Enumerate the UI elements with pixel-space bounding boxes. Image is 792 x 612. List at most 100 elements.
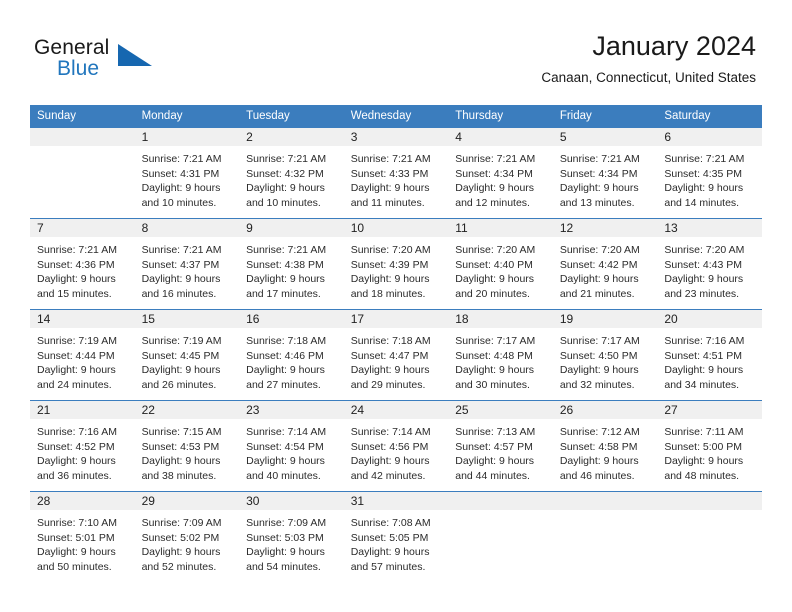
calendar-day-cell[interactable]: 8 Sunrise: 7:21 AM Sunset: 4:37 PM Daylight… bbox=[134, 218, 240, 310]
sunset-time: Sunset: 5:01 PM bbox=[37, 531, 115, 544]
calendar-day-cell[interactable]: 4 Sunrise: 7:21 AM Sunset: 4:34 PM Daylight… bbox=[448, 127, 553, 219]
sunrise-time: Sunrise: 7:19 AM bbox=[141, 335, 222, 347]
day-number: 9 bbox=[239, 219, 344, 237]
calendar-day-cell[interactable]: 17 Sunrise: 7:18 AM Sunset: 4:47 PM Dayligh… bbox=[343, 309, 449, 401]
daylight-duration-line1: Daylight: 9 hours bbox=[141, 546, 221, 559]
daylight-duration-line1: Daylight: 9 hours bbox=[141, 182, 221, 195]
day-number: 14 bbox=[30, 310, 135, 328]
sunset-time: Sunset: 4:53 PM bbox=[141, 440, 220, 453]
day-number: 5 bbox=[552, 128, 658, 146]
daylight-duration-line2: and 27 minutes. bbox=[246, 378, 321, 391]
calendar-day-cell[interactable]: 3 Sunrise: 7:21 AM Sunset: 4:33 PM Daylight… bbox=[343, 127, 449, 219]
day-number bbox=[448, 492, 553, 510]
sun-info: Sunrise: 7:19 AM Sunset: 4:45 PM Daylight:… bbox=[135, 328, 240, 392]
calendar-day-cell[interactable]: 12 Sunrise: 7:20 AM Sunset: 4:42 PM Dayligh… bbox=[552, 218, 658, 310]
sun-info: Sunrise: 7:16 AM Sunset: 4:51 PM Daylight:… bbox=[657, 328, 762, 392]
calendar-day-cell[interactable]: 23 Sunrise: 7:14 AM Sunset: 4:54 PM Dayligh… bbox=[239, 400, 344, 492]
weekday-header-friday: Friday bbox=[552, 105, 658, 128]
calendar-grid: Sunday Monday Tuesday Wednesday Thursday… bbox=[30, 105, 762, 582]
calendar-day-cell[interactable]: 14 Sunrise: 7:19 AM Sunset: 4:44 PM Dayligh… bbox=[30, 309, 135, 401]
sunrise-time: Sunrise: 7:21 AM bbox=[246, 244, 327, 256]
sunset-time: Sunset: 4:50 PM bbox=[559, 349, 638, 362]
calendar-day-cell[interactable]: 7 Sunrise: 7:21 AM Sunset: 4:36 PM Daylight… bbox=[30, 218, 135, 310]
calendar-day-cell[interactable]: 30 Sunrise: 7:09 AM Sunset: 5:03 PM Dayligh… bbox=[239, 491, 344, 582]
calendar-day-cell[interactable]: 5 Sunrise: 7:21 AM Sunset: 4:34 PM Daylight… bbox=[552, 127, 658, 219]
calendar-day-cell[interactable]: 24 Sunrise: 7:14 AM Sunset: 4:56 PM Dayligh… bbox=[343, 400, 449, 492]
calendar-day-cell[interactable]: 13 Sunrise: 7:20 AM Sunset: 4:43 PM Dayligh… bbox=[657, 218, 762, 310]
calendar-day-cell[interactable]: 16 Sunrise: 7:18 AM Sunset: 4:46 PM Dayligh… bbox=[239, 309, 344, 401]
sunrise-time: Sunrise: 7:19 AM bbox=[37, 335, 117, 347]
location-subtitle: Canaan, Connecticut, United States bbox=[541, 70, 756, 85]
calendar-day-cell-empty bbox=[552, 491, 658, 582]
day-number bbox=[552, 492, 658, 510]
calendar-day-cell[interactable]: 18 Sunrise: 7:17 AM Sunset: 4:48 PM Dayligh… bbox=[448, 309, 553, 401]
calendar-day-cell[interactable]: 26 Sunrise: 7:12 AM Sunset: 4:58 PM Dayligh… bbox=[552, 400, 658, 492]
calendar-day-cell[interactable]: 22 Sunrise: 7:15 AM Sunset: 4:53 PM Dayligh… bbox=[134, 400, 240, 492]
calendar-week-row: 28 Sunrise: 7:10 AM Sunset: 5:01 PM Dayligh… bbox=[30, 491, 762, 582]
day-number: 8 bbox=[134, 219, 240, 237]
sunset-time: Sunset: 4:46 PM bbox=[246, 349, 324, 362]
calendar-day-cell-empty bbox=[657, 491, 762, 582]
day-number: 16 bbox=[239, 310, 344, 328]
sunset-time: Sunset: 4:47 PM bbox=[350, 349, 429, 362]
day-number: 10 bbox=[343, 219, 449, 237]
daylight-duration-line2: and 17 minutes. bbox=[246, 287, 321, 300]
day-number: 30 bbox=[239, 492, 344, 510]
sunset-time: Sunset: 5:03 PM bbox=[246, 531, 324, 544]
sun-info: Sunrise: 7:20 AM Sunset: 4:43 PM Daylight:… bbox=[657, 237, 762, 301]
sunrise-time: Sunrise: 7:10 AM bbox=[37, 517, 117, 529]
calendar-day-cell[interactable]: 1 Sunrise: 7:21 AM Sunset: 4:31 PM Daylight… bbox=[134, 127, 240, 219]
daylight-duration-line2: and 14 minutes. bbox=[664, 196, 740, 209]
calendar-day-cell[interactable]: 2 Sunrise: 7:21 AM Sunset: 4:32 PM Daylight… bbox=[239, 127, 344, 219]
calendar-day-cell[interactable]: 20 Sunrise: 7:16 AM Sunset: 4:51 PM Dayligh… bbox=[657, 309, 762, 401]
calendar-day-cell[interactable]: 31 Sunrise: 7:08 AM Sunset: 5:05 PM Dayligh… bbox=[343, 491, 449, 582]
calendar-day-cell[interactable]: 21 Sunrise: 7:16 AM Sunset: 4:52 PM Dayligh… bbox=[30, 400, 135, 492]
weekday-header-wednesday: Wednesday bbox=[343, 105, 449, 128]
daylight-duration-line2: and 11 minutes. bbox=[350, 196, 425, 209]
page-title: January 2024 bbox=[592, 31, 756, 61]
sun-info: Sunrise: 7:11 AM Sunset: 5:00 PM Daylight:… bbox=[657, 419, 762, 483]
daylight-duration-line1: Daylight: 9 hours bbox=[350, 455, 430, 468]
calendar-day-cell[interactable]: 28 Sunrise: 7:10 AM Sunset: 5:01 PM Dayligh… bbox=[30, 491, 135, 582]
sun-info: Sunrise: 7:21 AM Sunset: 4:32 PM Daylight:… bbox=[239, 146, 344, 210]
daylight-duration-line1: Daylight: 9 hours bbox=[559, 455, 639, 468]
sun-info: Sunrise: 7:21 AM Sunset: 4:34 PM Daylight:… bbox=[448, 146, 553, 210]
calendar-day-cell[interactable]: 25 Sunrise: 7:13 AM Sunset: 4:57 PM Dayligh… bbox=[448, 400, 553, 492]
sunset-time: Sunset: 4:34 PM bbox=[559, 167, 638, 180]
sunrise-time: Sunrise: 7:21 AM bbox=[246, 153, 327, 165]
calendar-day-cell[interactable]: 10 Sunrise: 7:20 AM Sunset: 4:39 PM Dayligh… bbox=[343, 218, 449, 310]
calendar-day-cell[interactable]: 29 Sunrise: 7:09 AM Sunset: 5:02 PM Dayligh… bbox=[134, 491, 240, 582]
sun-info: Sunrise: 7:20 AM Sunset: 4:40 PM Daylight:… bbox=[448, 237, 553, 301]
sunrise-time: Sunrise: 7:16 AM bbox=[664, 335, 745, 347]
sunrise-time: Sunrise: 7:18 AM bbox=[246, 335, 327, 347]
general-blue-logo[interactable]: General Blue bbox=[34, 36, 164, 84]
calendar-day-cell[interactable]: 27 Sunrise: 7:11 AM Sunset: 5:00 PM Dayligh… bbox=[657, 400, 762, 492]
sunrise-time: Sunrise: 7:14 AM bbox=[350, 426, 431, 438]
daylight-duration-line2: and 13 minutes. bbox=[559, 196, 635, 209]
calendar-day-cell[interactable]: 6 Sunrise: 7:21 AM Sunset: 4:35 PM Daylight… bbox=[657, 127, 762, 219]
sunrise-time: Sunrise: 7:11 AM bbox=[664, 426, 744, 438]
daylight-duration-line2: and 16 minutes. bbox=[141, 287, 217, 300]
sunrise-time: Sunrise: 7:21 AM bbox=[455, 153, 536, 165]
day-number: 15 bbox=[134, 310, 240, 328]
calendar-day-cell[interactable]: 15 Sunrise: 7:19 AM Sunset: 4:45 PM Dayligh… bbox=[134, 309, 240, 401]
day-number: 19 bbox=[552, 310, 658, 328]
sunrise-time: Sunrise: 7:20 AM bbox=[350, 244, 431, 256]
sunrise-time: Sunrise: 7:21 AM bbox=[350, 153, 431, 165]
day-number: 29 bbox=[134, 492, 240, 510]
calendar-day-cell[interactable]: 19 Sunrise: 7:17 AM Sunset: 4:50 PM Dayligh… bbox=[552, 309, 658, 401]
daylight-duration-line2: and 40 minutes. bbox=[246, 469, 321, 482]
sunset-time: Sunset: 4:33 PM bbox=[350, 167, 429, 180]
sun-info: Sunrise: 7:12 AM Sunset: 4:58 PM Daylight:… bbox=[553, 419, 658, 483]
calendar-day-cell-empty bbox=[30, 127, 135, 219]
sunrise-time: Sunrise: 7:21 AM bbox=[37, 244, 117, 256]
daylight-duration-line1: Daylight: 9 hours bbox=[664, 364, 744, 377]
sunrise-time: Sunrise: 7:17 AM bbox=[559, 335, 640, 347]
daylight-duration-line2: and 54 minutes. bbox=[246, 560, 321, 573]
daylight-duration-line1: Daylight: 9 hours bbox=[246, 546, 325, 559]
day-number: 22 bbox=[134, 401, 240, 419]
calendar-day-cell[interactable]: 11 Sunrise: 7:20 AM Sunset: 4:40 PM Dayligh… bbox=[448, 218, 553, 310]
sun-info: Sunrise: 7:19 AM Sunset: 4:44 PM Daylight:… bbox=[30, 328, 135, 392]
calendar-day-cell[interactable]: 9 Sunrise: 7:21 AM Sunset: 4:38 PM Daylight… bbox=[239, 218, 344, 310]
sunrise-time: Sunrise: 7:15 AM bbox=[141, 426, 222, 438]
